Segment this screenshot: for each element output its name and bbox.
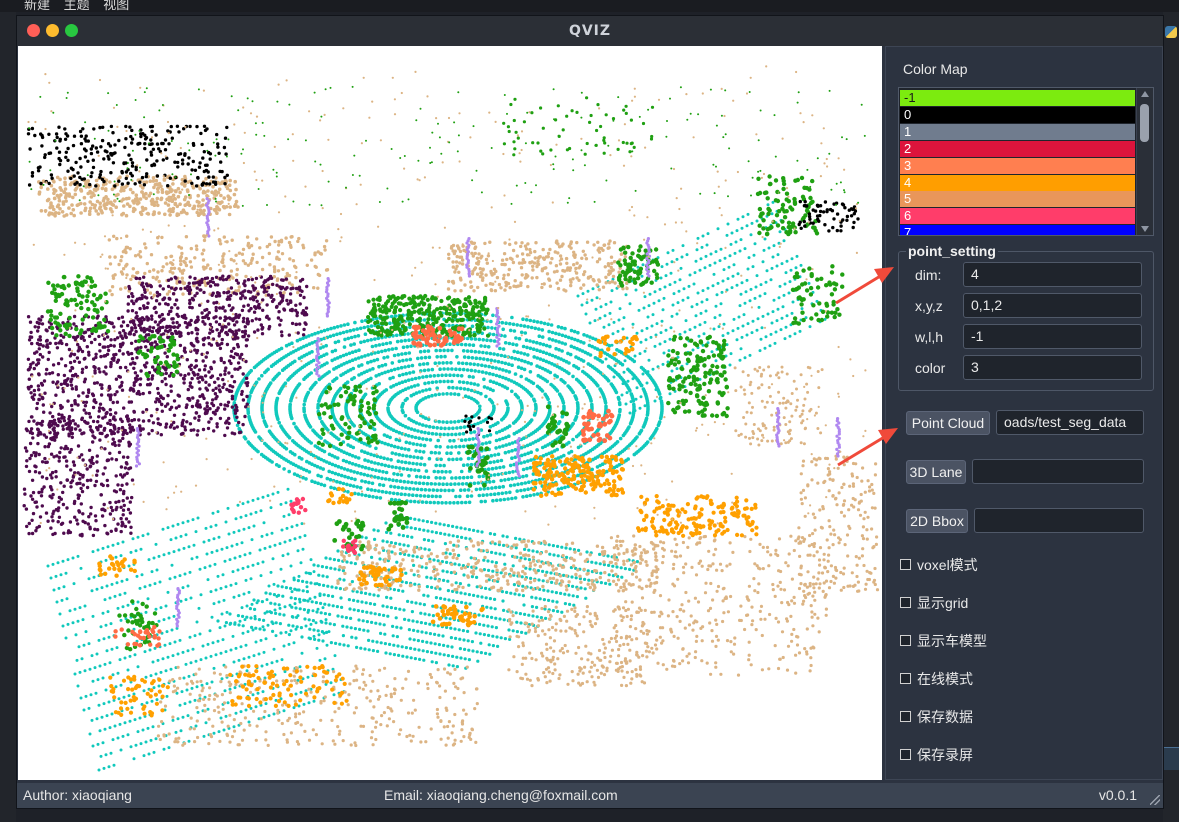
checkbox-icon[interactable]	[900, 635, 911, 647]
email-text: Email: xiaoqiang.cheng@foxmail.com	[384, 787, 618, 803]
desktop-right-edge	[1163, 12, 1179, 822]
control-panel: Color Map -1 0 1 2 3 4 5 6 7 point_setting dim: …	[885, 46, 1163, 780]
color-map-item[interactable]: -1	[900, 90, 1135, 106]
checkbox-icon[interactable]	[900, 597, 911, 609]
color-map-item[interactable]: 2	[900, 140, 1135, 157]
lane-3d-path-input[interactable]	[972, 459, 1144, 484]
checkbox-icon[interactable]	[900, 711, 911, 723]
save-data-label: 保存数据	[917, 709, 973, 725]
color-map-scrollbar[interactable]	[1136, 88, 1153, 235]
menu-theme[interactable]: 主题	[64, 0, 90, 11]
color-label: color	[915, 360, 946, 376]
checkbox-icon[interactable]	[900, 559, 911, 571]
resize-grip-icon[interactable]	[1150, 795, 1160, 805]
color-map-item[interactable]: 4	[900, 174, 1135, 191]
show-car-model-label: 显示车模型	[917, 633, 987, 649]
maximize-window-button[interactable]	[65, 24, 78, 37]
voxel-mode-checkbox[interactable]: voxel模式	[900, 556, 978, 574]
author-text: Author: xiaoqiang	[23, 787, 132, 803]
wlh-label: w,l,h	[915, 329, 944, 345]
point-setting-title: point_setting	[906, 243, 998, 259]
dim-label: dim:	[915, 267, 942, 283]
show-grid-label: 显示grid	[917, 595, 969, 611]
point-cloud-points	[22, 65, 880, 772]
point-cloud-path-input[interactable]: oads/test_seg_data	[996, 410, 1144, 435]
lane-3d-button[interactable]: 3D Lane	[906, 460, 966, 484]
color-map-label: Color Map	[903, 61, 968, 77]
point-cloud-canvas[interactable]	[18, 46, 882, 780]
point-cloud-button[interactable]: Point Cloud	[906, 411, 990, 435]
minimize-window-button[interactable]	[46, 24, 59, 37]
scroll-thumb[interactable]	[1140, 104, 1149, 142]
close-window-button[interactable]	[27, 24, 40, 37]
save-recording-checkbox[interactable]: 保存录屏	[900, 746, 973, 764]
color-map-item[interactable]: 3	[900, 157, 1135, 174]
python-icon	[1165, 26, 1177, 38]
wlh-input[interactable]: -1	[963, 324, 1142, 349]
voxel-mode-label: voxel模式	[917, 557, 978, 573]
status-bar: Author: xiaoqiang Email: xiaoqiang.cheng…	[17, 783, 1163, 808]
scroll-down-icon[interactable]	[1141, 226, 1149, 232]
title-bar[interactable]: QVIZ	[17, 16, 1163, 46]
editor-tab-strip	[1163, 747, 1179, 770]
color-map-item[interactable]: 0	[900, 106, 1135, 123]
xyz-input[interactable]: 0,1,2	[963, 293, 1142, 318]
bbox-2d-button[interactable]: 2D Bbox	[906, 509, 968, 533]
color-input[interactable]: 3	[963, 355, 1142, 380]
checkbox-icon[interactable]	[900, 749, 911, 761]
show-grid-checkbox[interactable]: 显示grid	[900, 594, 968, 612]
window-title: QVIZ	[568, 23, 612, 39]
version-text: v0.0.1	[1098, 787, 1137, 803]
color-map-item[interactable]: 7	[900, 225, 1135, 235]
menu-new[interactable]: 新建	[24, 0, 50, 11]
menu-view[interactable]: 视图	[103, 0, 129, 11]
dim-input[interactable]: 4	[963, 262, 1142, 287]
save-recording-label: 保存录屏	[917, 747, 973, 763]
color-map-list[interactable]: -1 0 1 2 3 4 5 6 7	[898, 87, 1154, 236]
checkbox-icon[interactable]	[900, 673, 911, 685]
color-map-item[interactable]: 1	[900, 123, 1135, 140]
point-setting-group: point_setting dim: 4 x,y,z 0,1,2 w,l,h -…	[898, 243, 1154, 391]
show-car-model-checkbox[interactable]: 显示车模型	[900, 632, 987, 650]
qviz-window: QVIZ Color Map -1 0 1 2 3 4 5 6 7 point_setting …	[16, 15, 1164, 809]
online-mode-label: 在线模式	[917, 671, 973, 687]
desktop-background	[0, 12, 16, 822]
scroll-up-icon[interactable]	[1141, 91, 1149, 97]
online-mode-checkbox[interactable]: 在线模式	[900, 670, 973, 688]
xyz-label: x,y,z	[915, 298, 943, 314]
desktop-menubar: 新建 主题 视图	[0, 0, 1179, 12]
bbox-2d-path-input[interactable]	[974, 508, 1144, 533]
save-data-checkbox[interactable]: 保存数据	[900, 708, 973, 726]
color-map-item[interactable]: 6	[900, 208, 1135, 225]
point-cloud-viewport[interactable]	[18, 46, 882, 780]
color-map-item[interactable]: 5	[900, 191, 1135, 208]
